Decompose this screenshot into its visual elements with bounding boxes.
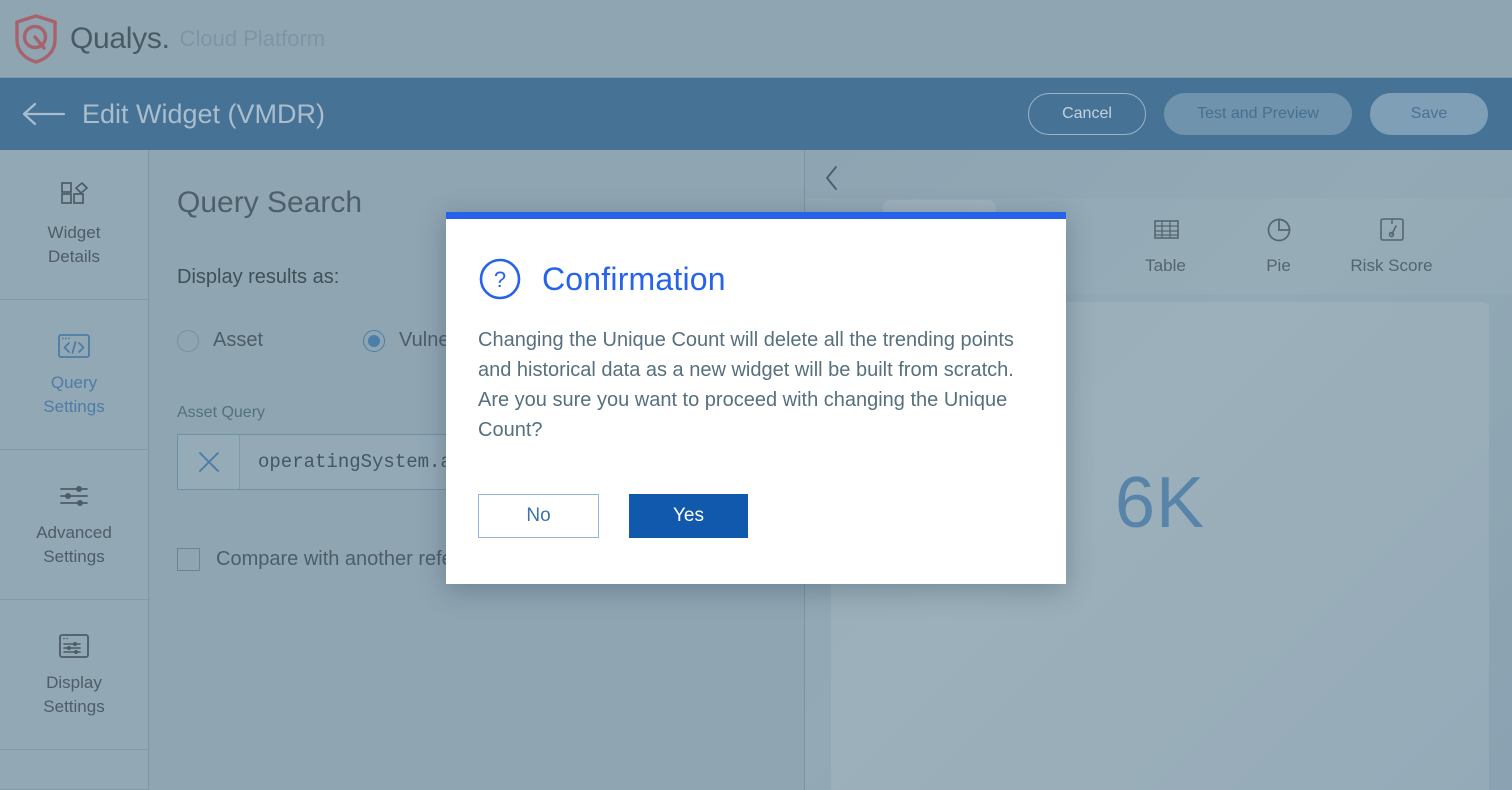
close-x-icon [198,452,219,472]
chart-type-label: Pie [1266,256,1291,275]
brand-name: Qualys. [70,21,170,55]
sliders-icon [58,480,90,512]
sidebar-item-widget-details[interactable]: Widget Details [0,150,148,300]
chart-type-risk-score[interactable]: Risk Score [1335,200,1448,288]
cancel-button[interactable]: Cancel [1028,93,1146,135]
page-header: Edit Widget (VMDR) Cancel Test and Previ… [0,78,1512,150]
checkbox-mark [177,548,200,571]
sidebar-label-line1: Display [46,673,102,692]
chart-type-label: Table [1145,256,1186,275]
sidebar-item-display-settings[interactable]: Display Settings [0,600,148,750]
widget-details-icon [58,180,90,212]
dialog-header: ? Confirmation [446,219,1066,301]
sidebar-label-line1: Widget [47,223,101,242]
table-icon [1151,212,1181,246]
sidebar-label-line1: Advanced [36,523,112,542]
dialog-actions: No Yes [478,494,748,538]
chart-type-label: Risk Score [1350,256,1433,275]
app-root: Qualys. Cloud Platform Edit Widget (VMDR… [0,0,1512,790]
clear-query-button[interactable] [178,435,240,489]
sidebar-item-advanced-settings[interactable]: Advanced Settings [0,450,148,600]
confirmation-dialog: ? Confirmation Changing the Unique Count… [446,212,1066,584]
question-circle-icon: ? [479,258,521,300]
display-settings-icon [58,630,90,662]
dialog-no-button[interactable]: No [478,494,599,538]
sidebar-label-line2: Settings [43,397,105,416]
sidebar: Widget Details Query Settings Advanced S… [0,150,149,790]
sidebar-item-query-settings[interactable]: Query Settings [0,300,148,450]
chart-type-table[interactable]: Table [1109,200,1222,288]
qualys-shield-logo [15,13,57,64]
radio-option-asset[interactable]: Asset [177,329,263,352]
sidebar-label-line1: Query [50,373,98,392]
radio-label: Asset [213,329,264,351]
sidebar-item-partial[interactable] [0,750,148,790]
code-brackets-icon [57,330,91,362]
risk-score-icon [1377,212,1407,246]
sidebar-label-line2: Settings [43,697,105,716]
sidebar-item-label: Query Settings [43,371,104,419]
pie-chart-icon [1264,212,1294,246]
radio-mark [363,329,386,352]
brand-subtitle: Cloud Platform [179,25,326,51]
save-button[interactable]: Save [1370,93,1488,135]
chevron-left-icon [826,166,837,190]
header-actions: Cancel Test and Preview Save [1028,93,1488,135]
page-title: Edit Widget (VMDR) [82,98,326,129]
sidebar-item-label: Widget Details [48,221,101,269]
sidebar-item-label: Display Settings [43,671,104,719]
sidebar-label-line2: Settings [43,547,105,566]
dialog-message: Changing the Unique Count will delete al… [478,329,1014,441]
radio-mark [177,329,199,352]
chart-type-pie[interactable]: Pie [1222,200,1335,288]
test-and-preview-button[interactable]: Test and Preview [1164,93,1352,135]
back-arrow-icon[interactable] [22,101,66,127]
sidebar-label-line2: Details [48,247,100,266]
sidebar-item-label: Advanced Settings [36,521,112,569]
collapse-panel-button[interactable] [813,156,851,200]
dialog-title: Confirmation [542,260,726,297]
brand-bar: Qualys. Cloud Platform [0,0,1512,78]
dialog-yes-button[interactable]: Yes [629,494,748,538]
svg-text:?: ? [494,267,506,292]
